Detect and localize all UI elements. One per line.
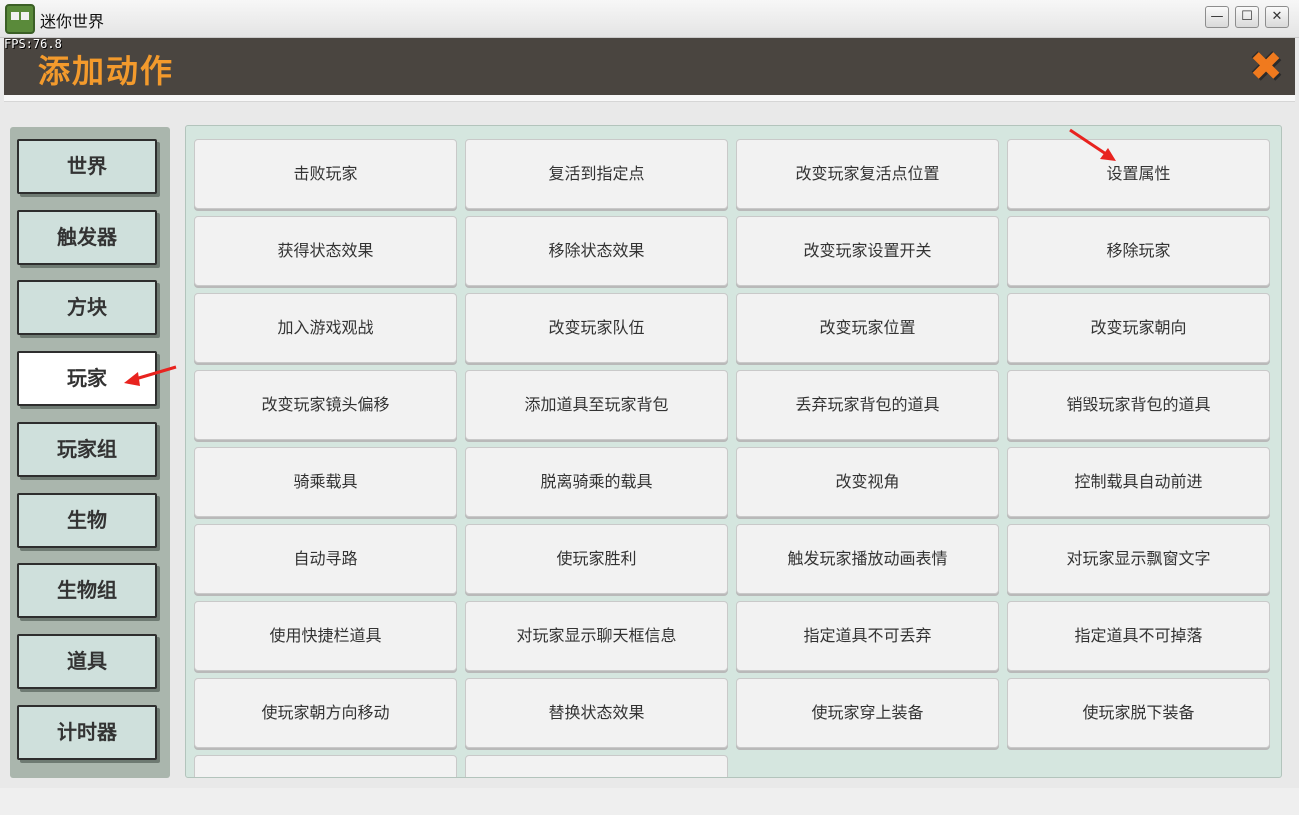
action-button[interactable]: 使用快捷栏道具: [194, 601, 457, 671]
tab-creature-group[interactable]: 生物组: [17, 563, 157, 618]
action-button[interactable]: 自动寻路: [194, 524, 457, 594]
action-button[interactable]: 使玩家穿上装备: [736, 678, 999, 748]
action-button[interactable]: 复活到指定点: [465, 139, 728, 209]
dialog-header: 添加动作 ✖: [4, 38, 1295, 95]
tab-player[interactable]: 玩家: [17, 351, 157, 406]
action-button[interactable]: 触发玩家播放动画表情: [736, 524, 999, 594]
minimize-button[interactable]: —: [1205, 6, 1229, 28]
action-button[interactable]: 替换状态效果: [465, 678, 728, 748]
action-button[interactable]: 移除玩家: [1007, 216, 1270, 286]
action-button[interactable]: 改变视角: [736, 447, 999, 517]
tab-item[interactable]: 道具: [17, 634, 157, 689]
action-button[interactable]: 改变玩家队伍: [465, 293, 728, 363]
action-grid: 击败玩家 复活到指定点 改变玩家复活点位置 设置属性获得状态效果 移除状态效果 改变玩家设…: [194, 139, 1274, 777]
action-button[interactable]: 骑乘载具: [194, 447, 457, 517]
app-icon: [5, 4, 35, 34]
tab-creature[interactable]: 生物: [17, 493, 157, 548]
window-titlebar: 迷你世界 — ☐ ✕: [0, 0, 1299, 38]
action-list-panel[interactable]: 击败玩家 复活到指定点 改变玩家复活点位置 设置属性获得状态效果 移除状态效果 改变玩家设…: [185, 125, 1282, 778]
action-button[interactable]: 丢弃玩家背包的道具: [736, 370, 999, 440]
category-sidebar: 世界 触发器 方块 玩家 玩家组 生物 生物组 道具 计时器: [10, 127, 170, 778]
action-button[interactable]: 改变玩家朝向: [1007, 293, 1270, 363]
dialog-title: 添加动作: [38, 52, 175, 90]
tab-world[interactable]: 世界: [17, 139, 157, 194]
dialog-close-button[interactable]: ✖: [1247, 47, 1285, 87]
bottom-strip: [0, 788, 1299, 815]
fps-counter: FPS:76.8: [4, 37, 62, 51]
action-button[interactable]: 改变玩家镜头偏移: [194, 370, 457, 440]
header-divider: [4, 95, 1295, 102]
window-title: 迷你世界: [40, 12, 105, 31]
tab-player-group[interactable]: 玩家组: [17, 422, 157, 477]
action-button[interactable]: 对玩家显示飘窗文字: [1007, 524, 1270, 594]
tab-trigger[interactable]: 触发器: [17, 210, 157, 265]
tab-block[interactable]: 方块: [17, 280, 157, 335]
action-button[interactable]: 使玩家脱下装备: [1007, 678, 1270, 748]
action-button[interactable]: 击败玩家: [194, 139, 457, 209]
action-button[interactable]: 添加道具至玩家背包: [465, 370, 728, 440]
action-button[interactable]: 加入游戏观战: [194, 293, 457, 363]
maximize-button[interactable]: ☐: [1235, 6, 1259, 28]
action-button[interactable]: 使玩家胜利: [465, 524, 728, 594]
action-button[interactable]: [465, 755, 728, 777]
tab-timer[interactable]: 计时器: [17, 705, 157, 760]
action-button[interactable]: [194, 755, 457, 777]
action-button[interactable]: 脱离骑乘的载具: [465, 447, 728, 517]
action-button[interactable]: 改变玩家复活点位置: [736, 139, 999, 209]
action-button[interactable]: 控制载具自动前进: [1007, 447, 1270, 517]
action-button[interactable]: 获得状态效果: [194, 216, 457, 286]
action-button[interactable]: 使玩家朝方向移动: [194, 678, 457, 748]
action-button[interactable]: 改变玩家设置开关: [736, 216, 999, 286]
action-button[interactable]: 对玩家显示聊天框信息: [465, 601, 728, 671]
action-button[interactable]: 指定道具不可掉落: [1007, 601, 1270, 671]
window-close-button[interactable]: ✕: [1265, 6, 1289, 28]
action-button[interactable]: 改变玩家位置: [736, 293, 999, 363]
action-button[interactable]: 指定道具不可丢弃: [736, 601, 999, 671]
action-button[interactable]: 设置属性: [1007, 139, 1270, 209]
action-button[interactable]: 移除状态效果: [465, 216, 728, 286]
action-button[interactable]: 销毁玩家背包的道具: [1007, 370, 1270, 440]
